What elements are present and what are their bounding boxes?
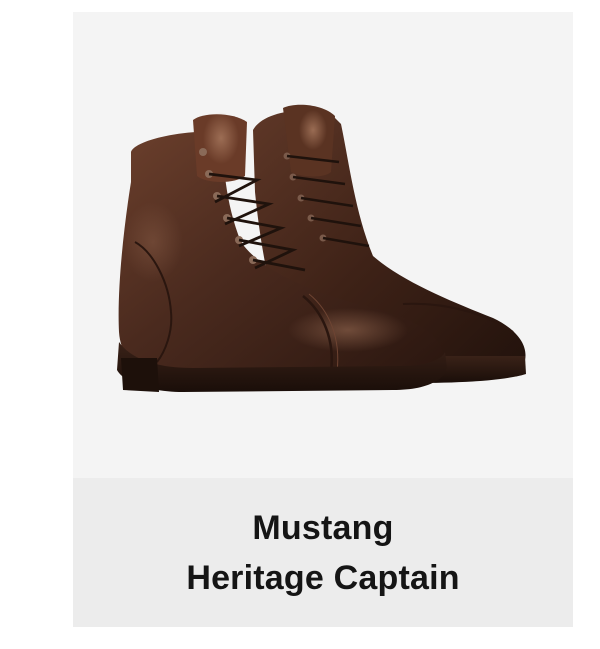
product-name[interactable]: Mustang Heritage Captain	[186, 503, 459, 603]
product-name-line-2: Heritage Captain	[186, 558, 460, 597]
product-image[interactable]	[73, 12, 573, 478]
boot-icon	[117, 104, 526, 392]
product-card[interactable]: Mustang Heritage Captain	[73, 12, 573, 627]
product-name-line-1: Mustang	[252, 508, 394, 547]
product-caption: Mustang Heritage Captain	[73, 478, 573, 627]
